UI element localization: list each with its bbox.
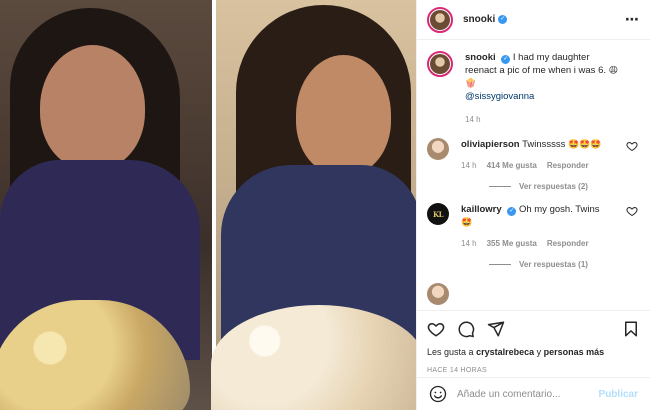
share-icon[interactable] [487, 320, 505, 338]
verified-icon: ✓ [507, 207, 517, 216]
avatar-logo-text: KL [432, 209, 444, 219]
heart-icon[interactable] [427, 320, 445, 338]
likes-summary: Les gusta a crystalrebeca y personas más [427, 347, 640, 357]
replies-line [489, 186, 511, 187]
comment-like-heart-icon[interactable] [626, 140, 638, 152]
publish-button[interactable]: Publicar [599, 389, 638, 400]
photo-mother-childhood [211, 0, 416, 410]
comment-item: KL kaillowry ✓ Oh my gosh. Twins 🤩 14 h … [427, 203, 640, 250]
bookmark-icon[interactable] [622, 320, 640, 338]
likes-others[interactable]: personas más [544, 347, 605, 357]
replies-line [489, 264, 511, 265]
comment-emojis: 🤩🤩🤩 [568, 139, 602, 149]
post-actions: Les gusta a crystalrebeca y personas más… [417, 310, 650, 374]
commenter-avatar[interactable] [427, 138, 449, 160]
likes-user[interactable]: crystalrebeca [476, 347, 534, 357]
commenter-avatar[interactable] [427, 283, 449, 305]
post-side-panel: snooki ✓ ⋯ snooki ✓ I had my daughter re… [416, 0, 650, 410]
caption-username[interactable]: snooki [465, 52, 496, 63]
view-replies-label[interactable]: Ver respuestas (1) [519, 260, 588, 269]
comment-icon[interactable] [457, 320, 475, 338]
comment-likes[interactable]: 414 Me gusta [487, 159, 537, 172]
photo-daughter [0, 0, 212, 410]
comment-emojis: 🤩 [461, 217, 473, 227]
view-replies-label[interactable]: Ver respuestas (2) [519, 182, 588, 191]
comment-item: oliviapierson Twinsssss 🤩🤩🤩 14 h 414 Me … [427, 138, 640, 172]
more-icon[interactable]: ⋯ [625, 11, 640, 28]
comment-text: Oh my gosh. Twins [518, 204, 600, 215]
comment-username[interactable]: oliviapierson [461, 139, 520, 150]
photo-face [40, 45, 145, 170]
comment-likes[interactable]: 355 Me gusta [487, 237, 537, 250]
view-replies-button[interactable]: Ver respuestas (1) [489, 260, 640, 269]
comment-text: Twinsssss [522, 139, 566, 150]
posted-time[interactable]: HACE 14 HORAS [427, 367, 640, 374]
author-avatar[interactable] [427, 6, 453, 33]
comment-time[interactable]: 14 h [461, 237, 477, 250]
author-avatar[interactable] [427, 51, 453, 77]
comment-composer: Publicar [417, 377, 650, 410]
verified-icon: ✓ [501, 55, 511, 64]
post-header: snooki ✓ ⋯ [417, 0, 650, 40]
comment-input[interactable] [457, 388, 599, 400]
verified-icon: ✓ [498, 15, 508, 24]
likes-conjunction: y [536, 347, 542, 357]
comment-item-partial [427, 283, 640, 305]
comment-time[interactable]: 14 h [461, 159, 477, 172]
caption-mention[interactable]: @sissygiovanna [465, 91, 534, 102]
smiley-icon[interactable] [429, 385, 447, 403]
likes-prefix: Les gusta a [427, 347, 474, 357]
commenter-avatar[interactable]: KL [427, 203, 449, 225]
comment-like-heart-icon[interactable] [626, 205, 638, 217]
post-image[interactable] [0, 0, 416, 410]
photo-face [296, 55, 391, 175]
view-replies-button[interactable]: Ver respuestas (2) [489, 182, 640, 191]
reply-button[interactable]: Responder [547, 159, 589, 172]
caption-time[interactable]: 14 h [465, 113, 481, 126]
author-username[interactable]: snooki [463, 14, 495, 25]
comment-username[interactable]: kaillowry [461, 204, 502, 215]
comments-list: snooki ✓ I had my daughter reenact a pic… [417, 41, 650, 309]
caption: snooki ✓ I had my daughter reenact a pic… [427, 51, 640, 126]
reply-button[interactable]: Responder [547, 237, 589, 250]
